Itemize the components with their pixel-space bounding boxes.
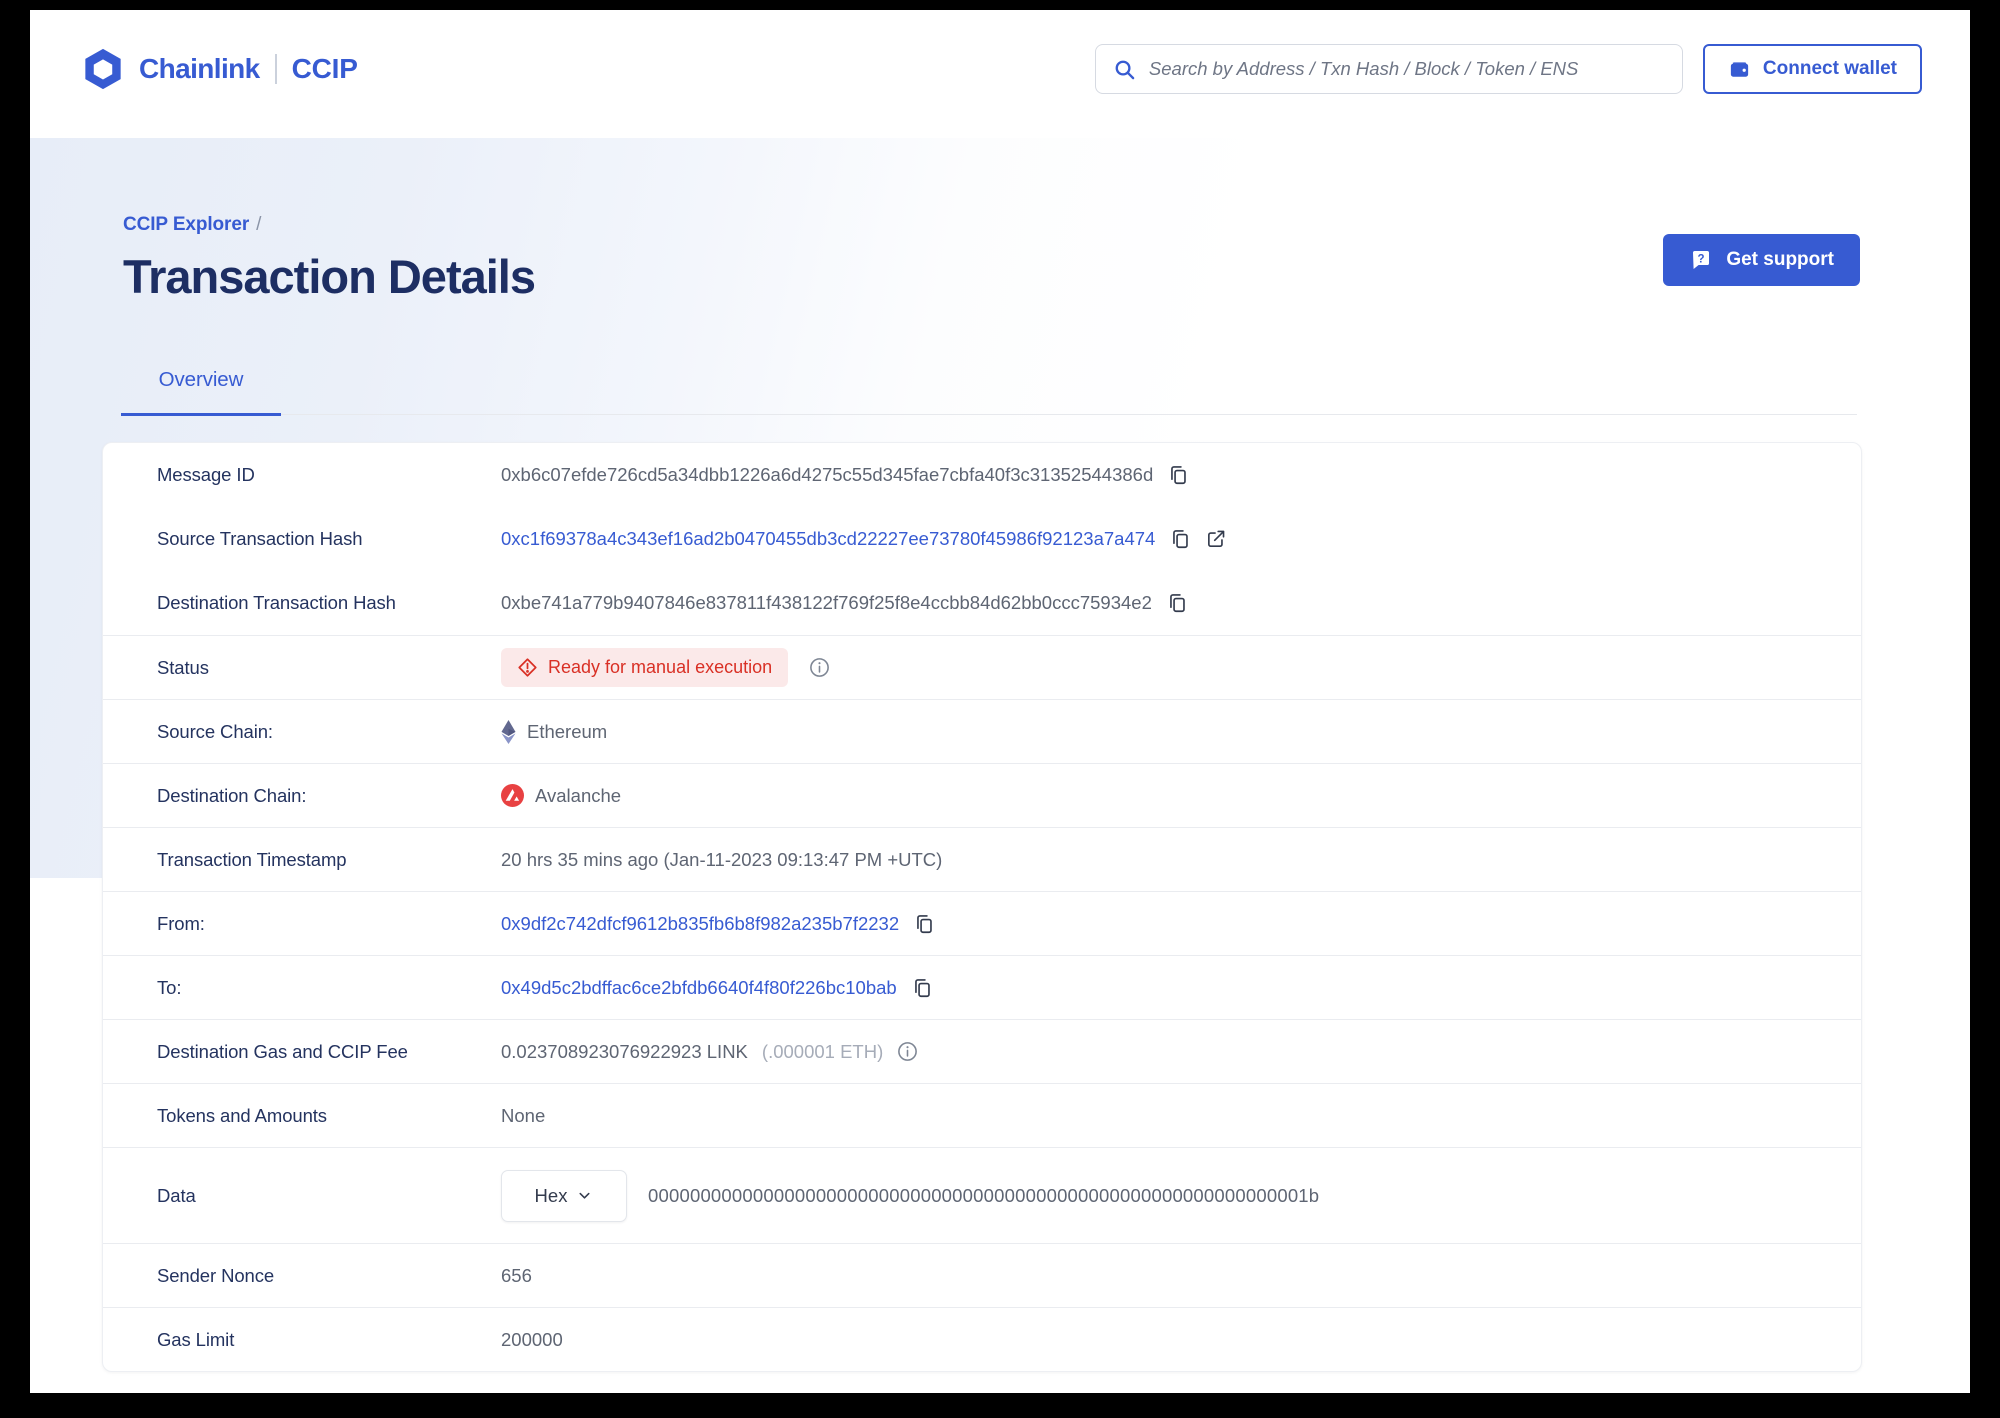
row-text-value: None	[501, 1104, 546, 1126]
row-label: Source Chain:	[157, 720, 273, 742]
row-value: 0xbe741a779b9407846e837811f438122f769f25…	[501, 592, 1188, 614]
row-value: 656	[501, 1265, 532, 1287]
table-row: Source Transaction Hash 0xc1f69378a4c343e…	[103, 507, 1861, 571]
brand-divider	[274, 54, 277, 84]
row-text-value: 20 hrs 35 mins ago (Jan-11-2023 09:13:47…	[501, 848, 943, 870]
top-navigation-bar: Chainlink CCIP Connect wallet	[30, 10, 1970, 128]
data-hex-value: 0000000000000000000000000000000000000000…	[648, 1184, 1320, 1206]
brand-logo-group[interactable]: Chainlink CCIP	[82, 48, 358, 90]
row-value: Ready for manual execution	[501, 648, 830, 687]
chain-name: Avalanche	[535, 784, 622, 806]
copy-icon[interactable]	[1167, 464, 1189, 486]
hash-value: 0xb6c07efde726cd5a34dbb1226a6d4275c55d34…	[501, 464, 1154, 485]
row-text-value: 200000	[501, 1328, 563, 1350]
ccip-explorer-page: Chainlink CCIP Connect wallet CCIP Explo…	[30, 10, 1970, 1393]
status-text: Ready for manual execution	[548, 657, 773, 677]
breadcrumb-ccip-explorer-link[interactable]: CCIP Explorer	[123, 214, 249, 235]
wallet-icon	[1728, 58, 1751, 81]
row-label: From:	[157, 912, 205, 934]
row-value: Avalanche	[501, 784, 621, 807]
table-row: Destination Gas and CCIP Fee 0.0237089230…	[103, 1019, 1861, 1083]
fee-value: 0.023708923076922923 LINK	[501, 1040, 748, 1062]
row-label: Tokens and Amounts	[157, 1104, 327, 1126]
fee-secondary-value: (.000001 ETH)	[761, 1040, 884, 1062]
row-label: To:	[157, 976, 182, 998]
search-icon	[1113, 58, 1136, 81]
hash-value-link[interactable]: 0x9df2c742dfcf9612b835fb6b8f982a235b7f22…	[501, 913, 899, 935]
table-row: Sender Nonce 656	[103, 1243, 1861, 1307]
table-row: From: 0x9df2c742dfcf9612b835fb6b8f982a235…	[103, 891, 1861, 955]
transaction-details-card: Message ID 0xb6c07efde726cd5a34dbb1226a6d…	[102, 442, 1862, 1372]
row-label: Destination Gas and CCIP Fee	[157, 1040, 408, 1062]
table-row: To: 0x49d5c2bdffac6ce2bfdb6640f4f80f226bc…	[103, 955, 1861, 1019]
svg-text:?: ?	[1698, 253, 1705, 265]
table-row: Tokens and Amounts None	[103, 1083, 1861, 1147]
search-input[interactable]	[1148, 58, 1665, 80]
row-text-value: 656	[501, 1264, 532, 1286]
hash-value: 0xbe741a779b9407846e837811f438122f769f25…	[501, 592, 1152, 613]
table-row: Gas Limit 200000	[103, 1307, 1861, 1371]
row-label: Transaction Timestamp	[157, 848, 347, 870]
row-value: 0.023708923076922923 LINK (.000001 ETH)	[501, 1041, 918, 1063]
search-box[interactable]	[1094, 44, 1683, 94]
avalanche-icon	[501, 784, 524, 807]
ethereum-icon	[501, 719, 516, 744]
brand-name: Chainlink	[139, 53, 260, 84]
copy-icon[interactable]	[913, 913, 935, 935]
connect-wallet-button[interactable]: Connect wallet	[1702, 44, 1922, 94]
status-badge: Ready for manual execution	[501, 648, 789, 687]
breadcrumb-separator: /	[256, 214, 262, 235]
row-value: 0x49d5c2bdffac6ce2bfdb6640f4f80f226bc10b…	[501, 977, 933, 999]
copy-icon[interactable]	[1166, 592, 1188, 614]
row-label: Destination Transaction Hash	[157, 592, 396, 613]
table-row: Destination Chain: Avalanche	[103, 763, 1861, 827]
row-label: Status	[157, 656, 209, 678]
hash-value-link[interactable]: 0xc1f69378a4c343ef16ad2b0470455db3cd2222…	[501, 528, 1155, 550]
row-value: 0xb6c07efde726cd5a34dbb1226a6d4275c55d34…	[501, 464, 1189, 486]
info-icon[interactable]	[897, 1041, 918, 1062]
table-row: Message ID 0xb6c07efde726cd5a34dbb1226a6d…	[103, 443, 1861, 507]
row-value: 0x9df2c742dfcf9612b835fb6b8f982a235b7f22…	[501, 913, 935, 935]
breadcrumb: CCIP Explorer /	[123, 214, 1970, 236]
tab-overview[interactable]: Overview	[121, 368, 281, 416]
table-row: Transaction Timestamp 20 hrs 35 mins ago …	[103, 827, 1861, 891]
row-label: Message ID	[157, 464, 255, 485]
row-value: Ethereum	[501, 719, 608, 744]
row-value: 0xc1f69378a4c343ef16ad2b0470455db3cd2222…	[501, 528, 1227, 550]
row-label: Gas Limit	[157, 1328, 235, 1350]
chain-value: Avalanche	[501, 784, 621, 807]
row-value: Hex 0000000000000000000000000000000000000…	[501, 1169, 1320, 1222]
row-label: Source Transaction Hash	[157, 528, 363, 549]
row-value: 200000	[501, 1329, 563, 1351]
alert-diamond-icon	[517, 657, 538, 678]
row-label: Data	[157, 1184, 196, 1206]
row-value: 20 hrs 35 mins ago (Jan-11-2023 09:13:47…	[501, 849, 942, 871]
tab-bar: Overview	[121, 368, 1857, 416]
table-row: Destination Transaction Hash 0xbe741a779b…	[103, 571, 1861, 635]
connect-wallet-label: Connect wallet	[1762, 58, 1897, 79]
chevron-down-icon	[576, 1187, 593, 1204]
topbar-actions: Connect wallet	[1094, 44, 1922, 94]
external-link-icon[interactable]	[1205, 528, 1227, 550]
brand-product: CCIP	[291, 53, 358, 84]
chain-name: Ethereum	[527, 720, 608, 742]
info-icon[interactable]	[809, 657, 830, 678]
get-support-button[interactable]: ? Get support	[1663, 234, 1860, 286]
table-row: Data Hex 000000000000000000000000000000000…	[103, 1147, 1861, 1243]
table-row: Source Chain: Ethereum	[103, 699, 1861, 763]
get-support-label: Get support	[1726, 249, 1834, 270]
copy-icon[interactable]	[911, 977, 933, 999]
copy-icon[interactable]	[1169, 528, 1191, 550]
row-label: Destination Chain:	[157, 784, 307, 806]
chain-value: Ethereum	[501, 719, 608, 744]
question-chat-icon: ?	[1689, 248, 1713, 272]
data-format-selected: Hex	[534, 1184, 568, 1206]
table-row: Status Ready for manual execution	[103, 635, 1861, 699]
chainlink-hexagon-icon	[82, 48, 124, 90]
hash-value-link[interactable]: 0x49d5c2bdffac6ce2bfdb6640f4f80f226bc10b…	[501, 977, 897, 999]
data-format-select[interactable]: Hex	[501, 1169, 627, 1222]
row-value: None	[501, 1105, 545, 1127]
row-label: Sender Nonce	[157, 1264, 275, 1286]
